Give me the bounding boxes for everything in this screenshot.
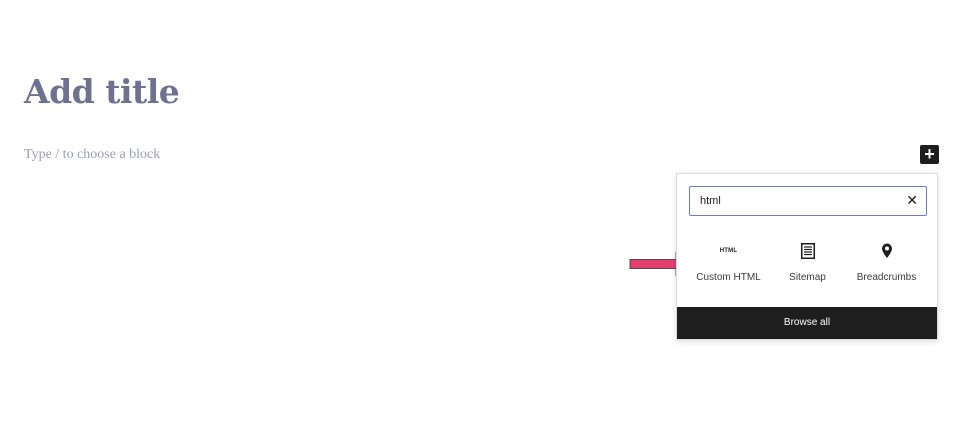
post-title-placeholder[interactable]: Add title: [24, 72, 180, 111]
block-result-label: Sitemap: [789, 272, 826, 283]
block-inserter-popover: ✕ HTML Custom HTML Sitemap: [676, 173, 938, 340]
block-results-list: HTML Custom HTML Sitemap Breadcrumbs: [689, 238, 927, 288]
browse-all-button[interactable]: Browse all: [677, 307, 937, 339]
block-placeholder[interactable]: Type / to choose a block: [24, 147, 160, 163]
block-result-breadcrumbs[interactable]: Breadcrumbs: [847, 238, 926, 288]
sitemap-icon: [768, 242, 847, 260]
block-search-box: ✕: [689, 186, 927, 216]
block-inserter-toggle-button[interactable]: +: [920, 145, 939, 164]
block-result-label: Custom HTML: [696, 272, 761, 283]
clear-search-icon[interactable]: ✕: [906, 187, 918, 214]
html-icon: HTML: [719, 248, 738, 254]
block-result-label: Breadcrumbs: [856, 272, 917, 283]
block-search-input[interactable]: [700, 187, 890, 214]
map-pin-icon: [847, 242, 926, 260]
plus-icon: +: [924, 144, 935, 164]
block-result-sitemap[interactable]: Sitemap: [768, 238, 847, 288]
block-result-custom-html[interactable]: HTML Custom HTML: [689, 238, 768, 288]
